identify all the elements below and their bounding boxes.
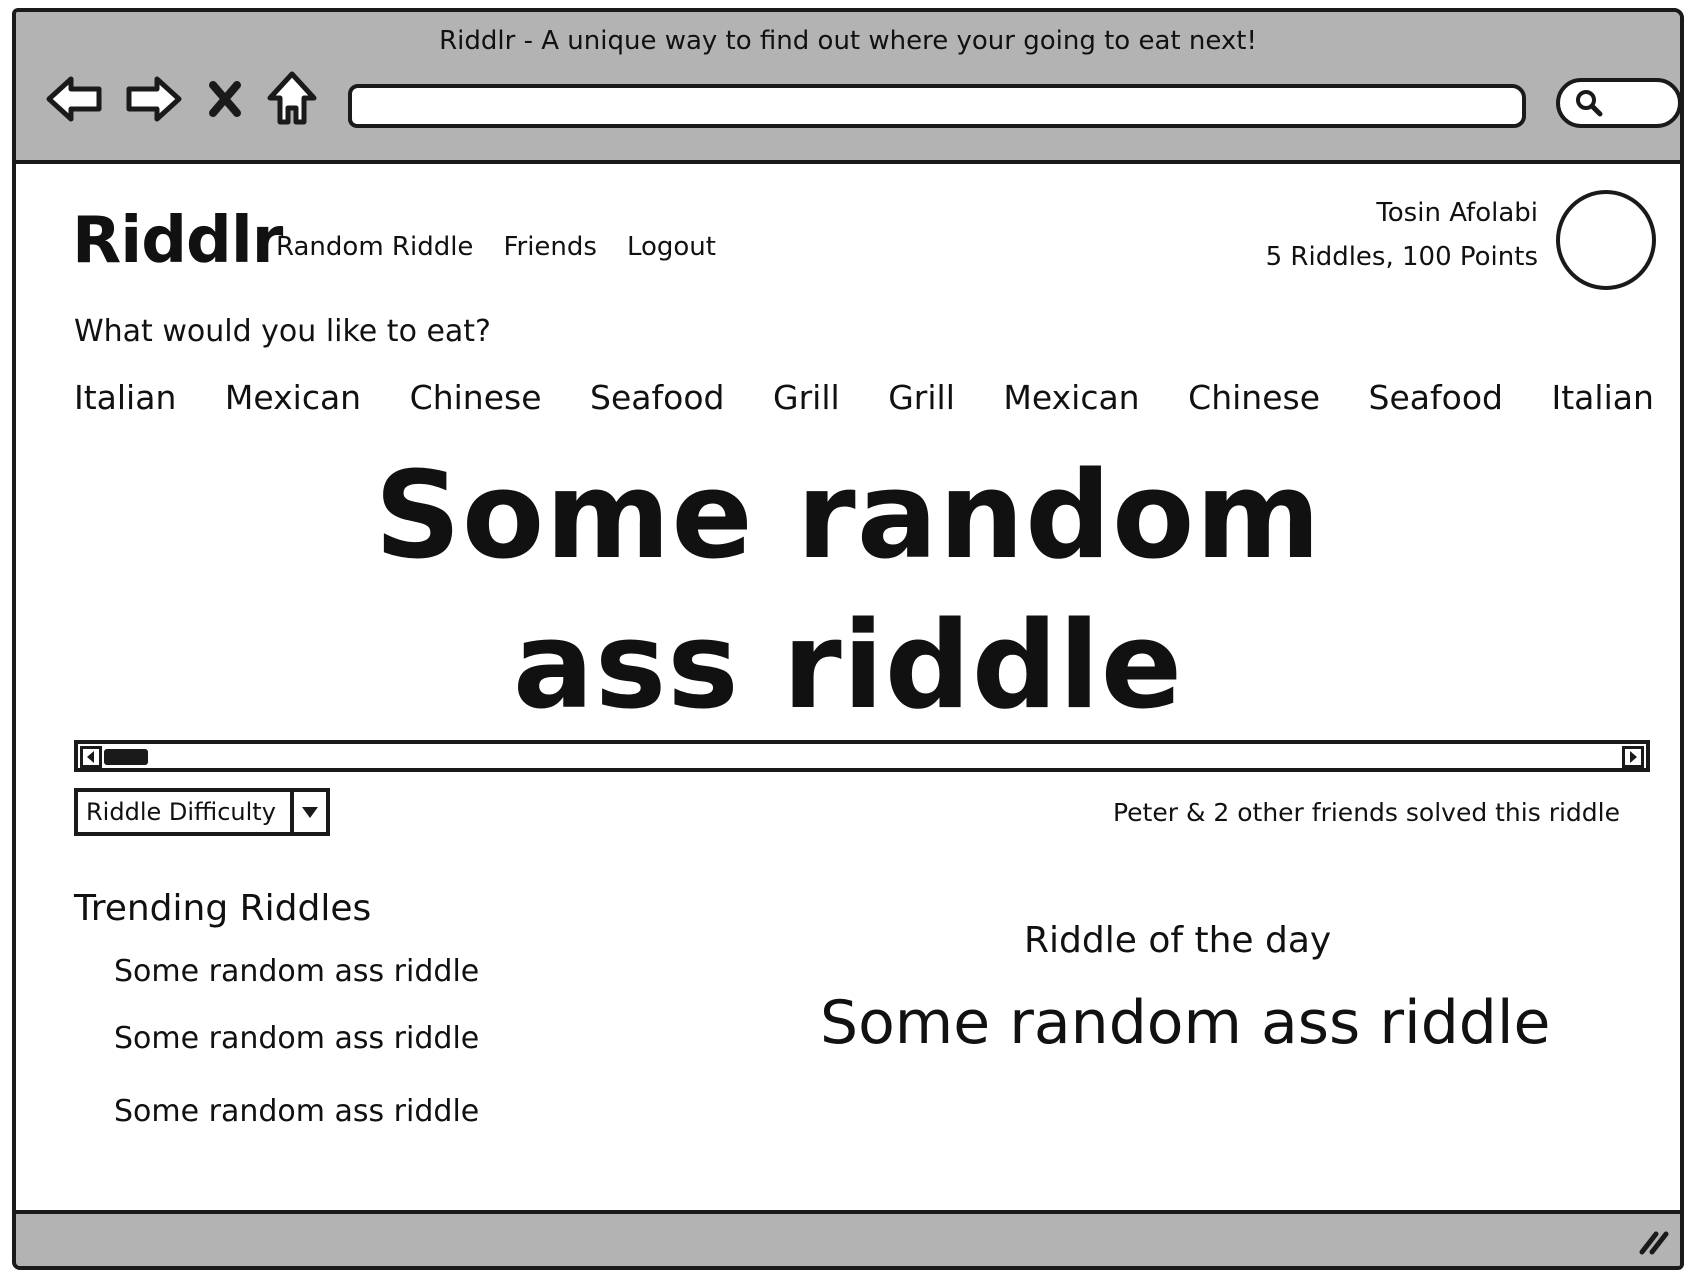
chevron-down-icon[interactable]: [290, 792, 326, 832]
window-title: Riddlr - A unique way to find out where …: [439, 26, 1257, 56]
back-arrow-icon[interactable]: [42, 66, 108, 132]
app-logo[interactable]: Riddlr: [72, 204, 283, 278]
resize-grip-icon[interactable]: [1636, 1226, 1670, 1260]
nav-friends[interactable]: Friends: [503, 232, 597, 262]
category-item[interactable]: Chinese: [410, 378, 542, 417]
search-icon: [1576, 90, 1603, 117]
category-item[interactable]: Grill: [773, 378, 840, 417]
food-prompt: What would you like to eat?: [74, 314, 491, 349]
user-name: Tosin Afolabi: [1376, 198, 1538, 228]
trending-list: Some random ass riddle Some random ass r…: [114, 954, 479, 1129]
riddle-of-the-day-title: Riddle of the day: [1024, 920, 1332, 961]
difficulty-dropdown[interactable]: Riddle Difficulty: [74, 788, 330, 836]
home-icon[interactable]: [262, 66, 322, 132]
main-riddle-line-2: ass riddle: [512, 597, 1184, 736]
user-stats: 5 Riddles, 100 Points: [1265, 242, 1538, 272]
trending-item[interactable]: Some random ass riddle: [114, 954, 479, 989]
url-bar[interactable]: [348, 84, 1526, 128]
browser-window: Riddlr - A unique way to find out where …: [12, 8, 1684, 1270]
category-list: Italian Mexican Chinese Seafood Grill Gr…: [74, 378, 1654, 417]
main-riddle: Some random ass riddle: [16, 442, 1680, 742]
category-item[interactable]: Seafood: [1369, 378, 1503, 417]
trending-title: Trending Riddles: [74, 888, 372, 929]
trending-item[interactable]: Some random ass riddle: [114, 1094, 479, 1129]
difficulty-label: Riddle Difficulty: [86, 798, 276, 826]
page-content: Riddlr Random Riddle Friends Logout Tosi…: [16, 168, 1680, 1218]
category-item[interactable]: Grill: [888, 378, 955, 417]
riddle-of-the-day-text[interactable]: Some random ass riddle: [820, 988, 1550, 1058]
category-item[interactable]: Mexican: [225, 378, 361, 417]
search-box[interactable]: [1556, 78, 1680, 128]
forward-arrow-icon[interactable]: [120, 66, 186, 132]
scroll-right-icon[interactable]: [1622, 746, 1644, 768]
category-item[interactable]: Mexican: [1003, 378, 1139, 417]
close-icon[interactable]: [200, 66, 250, 132]
scroll-left-icon[interactable]: [80, 746, 102, 768]
friends-solved-text: Peter & 2 other friends solved this ridd…: [1112, 798, 1620, 827]
category-item[interactable]: Chinese: [1188, 378, 1320, 417]
avatar[interactable]: [1556, 190, 1656, 290]
scroll-thumb[interactable]: [104, 749, 148, 765]
category-item[interactable]: Italian: [74, 378, 176, 417]
category-item[interactable]: Seafood: [590, 378, 724, 417]
main-nav: Random Riddle Friends Logout: [276, 232, 716, 262]
nav-logout[interactable]: Logout: [627, 232, 716, 262]
horizontal-scrollbar[interactable]: [74, 740, 1650, 772]
nav-random-riddle[interactable]: Random Riddle: [276, 232, 473, 262]
trending-item[interactable]: Some random ass riddle: [114, 1021, 479, 1056]
main-riddle-line-1: Some random: [374, 447, 1322, 586]
category-item[interactable]: Italian: [1552, 378, 1654, 417]
browser-toolbar: Riddlr - A unique way to find out where …: [16, 12, 1680, 164]
status-bar: [16, 1210, 1680, 1266]
